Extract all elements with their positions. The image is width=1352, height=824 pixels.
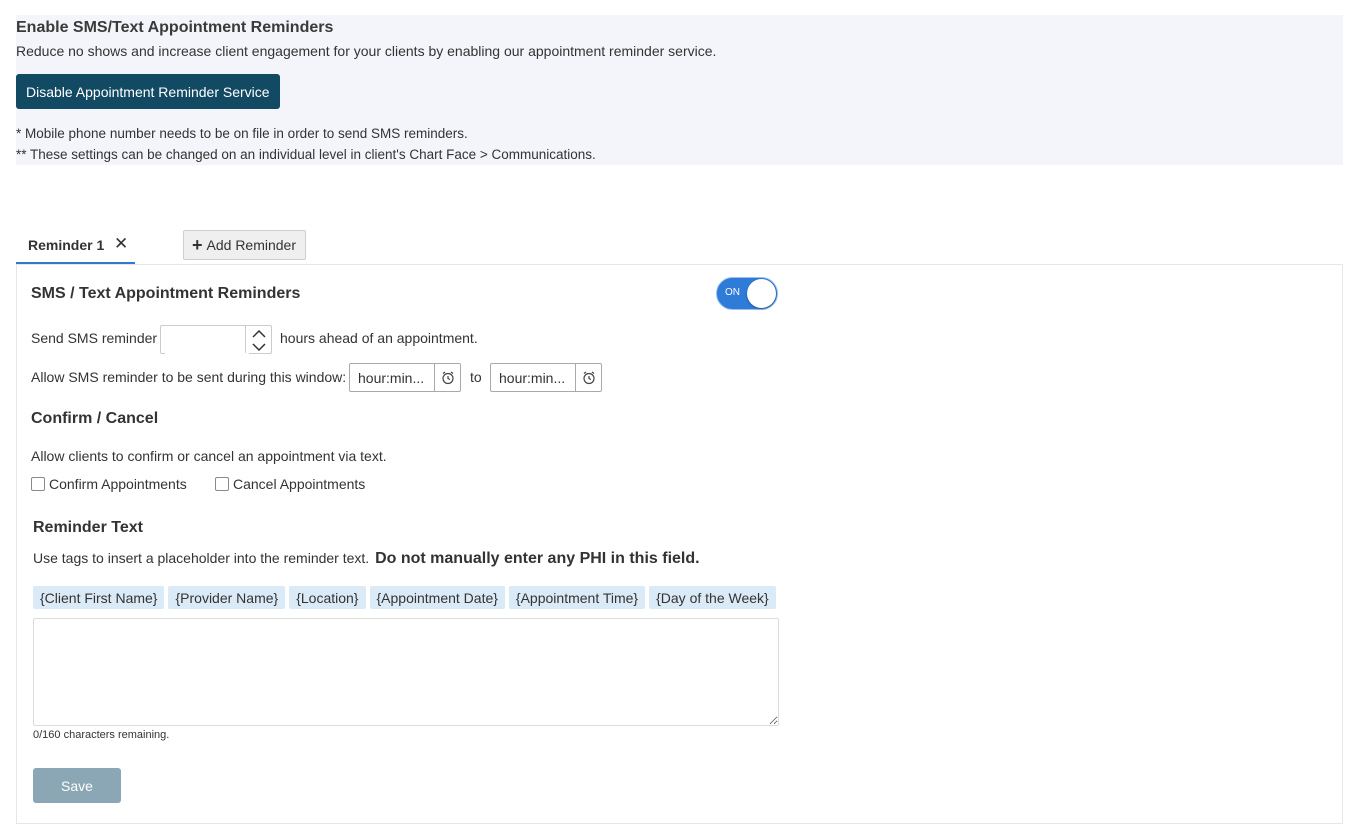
hours-ahead-input[interactable] [165, 327, 249, 354]
plus-icon: + [192, 235, 203, 255]
send-reminder-suffix: hours ahead of an appointment. [280, 330, 478, 346]
banner-description: Reduce no shows and increase client enga… [16, 43, 717, 59]
character-counter: 0/160 characters remaining. [33, 729, 170, 741]
window-start-time-input[interactable]: hour:min... [349, 363, 461, 392]
confirm-cancel-title: Confirm / Cancel [31, 410, 159, 427]
add-reminder-label: Add Reminder [206, 237, 297, 253]
tab-reminder-1[interactable]: Reminder 1 ✕ [16, 230, 135, 265]
time-range-to: to [470, 369, 482, 385]
chevron-down-icon[interactable] [247, 340, 271, 353]
hours-ahead-stepper[interactable] [160, 325, 272, 354]
toggle-knob [747, 279, 776, 308]
placeholder-tags: {Client First Name} {Provider Name} {Loc… [33, 586, 776, 609]
tag-appointment-date[interactable]: {Appointment Date} [369, 586, 505, 609]
disable-reminder-service-button[interactable]: Disable Appointment Reminder Service [16, 74, 280, 109]
tab-label: Reminder 1 [28, 237, 105, 253]
save-button[interactable]: Save [33, 768, 121, 803]
close-icon[interactable]: ✕ [114, 234, 128, 254]
clock-icon[interactable] [576, 364, 601, 391]
send-reminder-prefix: Send SMS reminder [31, 330, 158, 346]
chevron-up-icon[interactable] [247, 327, 271, 340]
confirm-cancel-description: Allow clients to confirm or cancel an ap… [31, 448, 387, 464]
banner-note-mobile: * Mobile phone number needs to be on fil… [16, 126, 468, 141]
tag-location[interactable]: {Location} [289, 586, 366, 609]
sms-section-title: SMS / Text Appointment Reminders [31, 285, 301, 302]
checkbox-box[interactable] [215, 477, 229, 491]
checkbox-box[interactable] [31, 477, 45, 491]
confirm-appointments-checkbox[interactable]: Confirm Appointments [31, 476, 187, 492]
banner-note-settings: ** These settings can be changed on an i… [16, 147, 596, 162]
window-label: Allow SMS reminder to be sent during thi… [31, 369, 347, 385]
stepper-divider [245, 326, 246, 353]
reminder-text-title: Reminder Text [33, 519, 143, 536]
tag-day-of-week[interactable]: {Day of the Week} [649, 586, 776, 609]
clock-icon[interactable] [435, 364, 460, 391]
sms-reminder-toggle[interactable]: ON [716, 277, 778, 310]
banner-title: Enable SMS/Text Appointment Reminders [16, 19, 334, 36]
window-end-time-input[interactable]: hour:min... [490, 363, 602, 392]
start-time-placeholder: hour:min... [358, 370, 425, 386]
reminder-text-description: Use tags to insert a placeholder into th… [33, 550, 700, 568]
add-reminder-button[interactable]: + Add Reminder [183, 230, 307, 260]
cancel-appointments-label: Cancel Appointments [233, 476, 366, 492]
end-time-placeholder: hour:min... [499, 370, 566, 386]
reminder-text-area[interactable] [33, 618, 779, 726]
confirm-appointments-label: Confirm Appointments [49, 476, 187, 492]
tag-appointment-time[interactable]: {Appointment Time} [508, 586, 646, 609]
phi-warning: Do not manually enter any PHI in this fi… [375, 550, 700, 567]
reminder-text-instructions: Use tags to insert a placeholder into th… [33, 550, 370, 566]
cancel-appointments-checkbox[interactable]: Cancel Appointments [215, 476, 365, 492]
tag-client-first-name[interactable]: {Client First Name} [33, 586, 165, 609]
reminder-service-banner: Enable SMS/Text Appointment Reminders Re… [16, 15, 1343, 165]
reminder-panel: SMS / Text Appointment Reminders ON Send… [16, 264, 1343, 824]
toggle-state-label: ON [725, 287, 740, 298]
tag-provider-name[interactable]: {Provider Name} [168, 586, 286, 609]
